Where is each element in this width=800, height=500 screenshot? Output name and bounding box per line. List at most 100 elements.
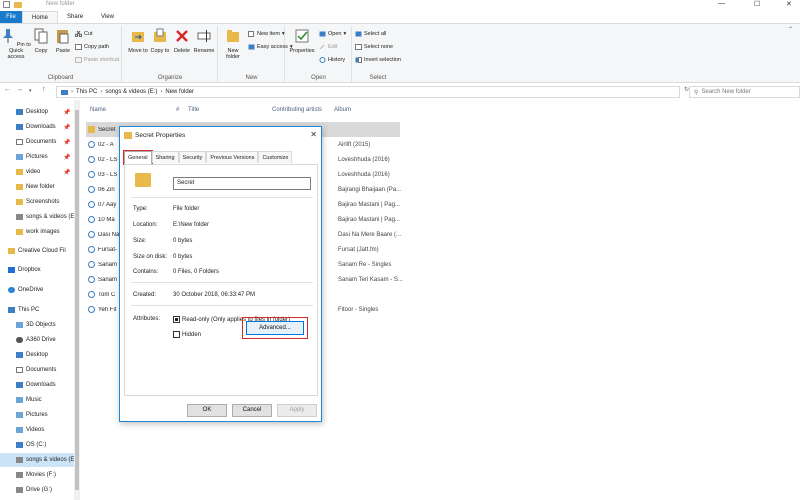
breadcrumb-separator-icon: ›: [71, 89, 73, 95]
tab-customize[interactable]: Customize: [258, 151, 293, 163]
nav-item-creative-cloud[interactable]: Creative Cloud Fil: [0, 244, 76, 258]
audio-file-icon: [88, 231, 95, 238]
ribbon-collapse-icon[interactable]: ⌃: [788, 26, 793, 33]
history-button[interactable]: History: [319, 57, 345, 63]
pin-to-quick-access-button[interactable]: Pin to Quick access: [1, 28, 31, 60]
paste-button[interactable]: Paste: [51, 28, 75, 54]
select-all-button[interactable]: Select all: [355, 31, 386, 37]
size-on-disk-label: Size on disk:: [133, 254, 168, 260]
nav-item-songs-videos[interactable]: songs & videos (E: [0, 210, 76, 224]
forward-arrow-icon[interactable]: →: [16, 86, 23, 93]
hidden-checkbox[interactable]: Hidden: [173, 331, 201, 338]
readonly-checkbox-box[interactable]: [173, 316, 180, 323]
dialog-title-bar[interactable]: Secret Properties ✕: [120, 127, 321, 145]
tab-home[interactable]: Home: [22, 11, 59, 23]
copy-path-button[interactable]: Copy path: [75, 44, 109, 50]
nav-item-documents[interactable]: Documents 📌: [0, 135, 76, 149]
nav-item-documents-pc[interactable]: Documents: [0, 363, 76, 377]
cancel-button[interactable]: Cancel: [232, 404, 272, 417]
apply-button[interactable]: Apply: [277, 404, 317, 417]
nav-item-songs-videos-drive[interactable]: songs & videos (E: [0, 453, 76, 467]
tab-share[interactable]: Share: [58, 11, 92, 23]
nav-item-label: Music: [26, 397, 42, 403]
properties-quick-icon[interactable]: [3, 1, 10, 8]
nav-item-music[interactable]: Music: [0, 393, 76, 407]
nav-item-pictures[interactable]: Pictures 📌: [0, 150, 76, 164]
new-folder-button[interactable]: New folder: [220, 28, 246, 60]
new-folder-quick-icon[interactable]: [14, 1, 22, 8]
tab-general[interactable]: General: [123, 150, 153, 165]
nav-item-desktop-pc[interactable]: Desktop: [0, 348, 76, 362]
column-header-title[interactable]: Title: [188, 107, 199, 113]
cut-button[interactable]: Cut: [75, 31, 93, 37]
tab-file[interactable]: File: [0, 11, 22, 23]
drive-icon: [16, 487, 23, 493]
videos-icon: [16, 427, 23, 433]
breadcrumb-this-pc[interactable]: This PC: [76, 89, 97, 95]
up-arrow-icon[interactable]: ↑: [42, 86, 46, 93]
folder-icon: [16, 229, 23, 235]
nav-item-desktop[interactable]: Desktop 📌: [0, 105, 76, 119]
nav-item-movies-f[interactable]: Movies (F:): [0, 468, 76, 482]
nav-item-videos[interactable]: Videos: [0, 423, 76, 437]
nav-item-3d-objects[interactable]: 3D Objects: [0, 318, 76, 332]
tab-view[interactable]: View: [92, 11, 123, 23]
column-header-number[interactable]: #: [176, 107, 179, 113]
size-on-disk-value: 0 bytes: [173, 254, 193, 260]
ok-button[interactable]: OK: [187, 404, 227, 417]
select-none-icon: [355, 44, 362, 50]
move-to-icon: [132, 32, 144, 42]
nav-item-new-folder[interactable]: New folder: [0, 180, 76, 194]
column-header-album[interactable]: Album: [334, 107, 351, 113]
nav-item-dropbox[interactable]: Dropbox: [0, 263, 76, 277]
open-button[interactable]: Open ▾: [319, 31, 346, 37]
folder-name-field[interactable]: Secret: [173, 177, 311, 190]
properties-button[interactable]: Properties: [287, 28, 317, 54]
breadcrumb-new-folder[interactable]: New folder: [165, 89, 194, 95]
tab-previous-versions[interactable]: Previous Versions: [206, 151, 259, 163]
hidden-checkbox-box[interactable]: [173, 331, 180, 338]
nav-scrollbar-thumb[interactable]: [75, 110, 79, 490]
nav-item-os-c[interactable]: OS (C:): [0, 438, 76, 452]
rename-button[interactable]: Rename: [191, 28, 217, 54]
column-header-contributing-artists[interactable]: Contributing artists: [272, 107, 322, 113]
open-group: Properties Open ▾ Edit History Open: [286, 26, 352, 82]
column-header-name[interactable]: Name: [90, 107, 106, 113]
tab-security[interactable]: Security: [178, 151, 207, 163]
select-none-button[interactable]: Select none: [355, 44, 393, 50]
nav-item-label: video: [26, 169, 41, 175]
advanced-button[interactable]: Advanced...: [246, 321, 304, 335]
minimize-button[interactable]: —: [718, 0, 725, 7]
nav-item-drive-g[interactable]: Drive (G:): [0, 483, 76, 497]
nav-item-work-images[interactable]: work images: [0, 225, 76, 239]
nav-item-video[interactable]: video 📌: [0, 165, 76, 179]
maximize-button[interactable]: ☐: [754, 0, 760, 8]
nav-item-onedrive[interactable]: OneDrive: [0, 283, 76, 297]
file-album: Loveshhuda (2016): [338, 156, 390, 163]
address-bar[interactable]: › This PC › songs & videos (E:) › New fo…: [56, 86, 680, 98]
back-arrow-icon[interactable]: ←: [4, 86, 11, 93]
recent-locations-chevron-icon[interactable]: ▾: [29, 88, 32, 94]
nav-item-downloads-pc[interactable]: Downloads: [0, 378, 76, 392]
edit-button[interactable]: Edit: [319, 44, 337, 50]
created-label: Created:: [133, 292, 157, 298]
tab-sharing[interactable]: Sharing: [151, 151, 179, 163]
nav-item-downloads[interactable]: Downloads 📌: [0, 120, 76, 134]
search-input[interactable]: ⚲ Search New folder: [689, 86, 800, 98]
close-button[interactable]: ✕: [786, 0, 792, 8]
audio-file-icon: [88, 156, 95, 163]
nav-item-this-pc[interactable]: This PC: [0, 303, 76, 317]
nav-item-a360-drive[interactable]: A360 Drive: [0, 333, 76, 347]
audio-file-icon: [88, 216, 95, 223]
nav-item-pictures-pc[interactable]: Pictures: [0, 408, 76, 422]
breadcrumb-drive[interactable]: songs & videos (E:): [105, 89, 157, 95]
pin-icon: 📌: [63, 109, 71, 116]
new-item-button[interactable]: New item ▾: [248, 31, 285, 37]
copy-button[interactable]: Copy: [29, 28, 53, 54]
invert-selection-button[interactable]: Invert selection: [355, 57, 401, 63]
nav-scrollbar[interactable]: [74, 100, 80, 500]
chevron-down-icon: ▾: [281, 31, 285, 37]
paste-shortcut-button[interactable]: Paste shortcut: [75, 57, 119, 63]
nav-item-screenshots[interactable]: Screenshots: [0, 195, 76, 209]
dialog-close-button[interactable]: ✕: [310, 130, 317, 139]
